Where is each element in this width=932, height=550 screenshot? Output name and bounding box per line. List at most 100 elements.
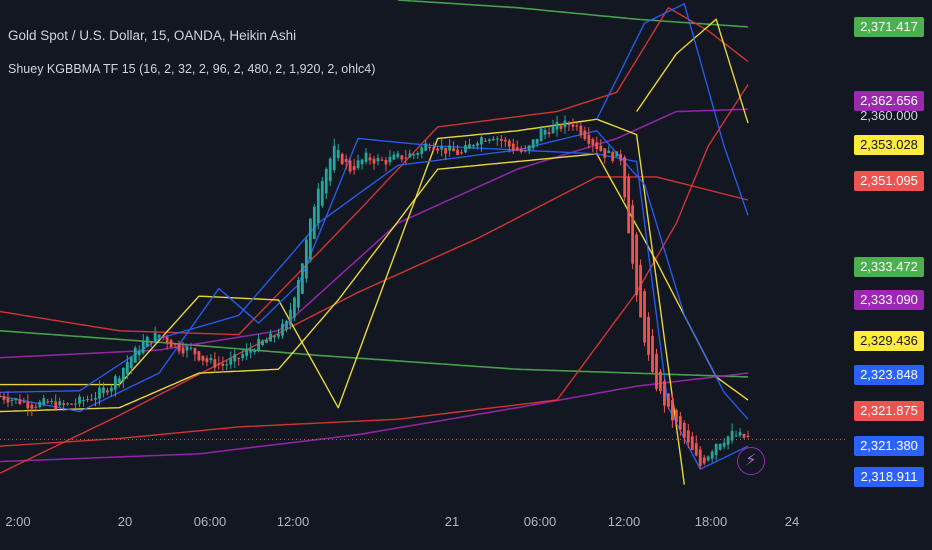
price-tag[interactable]: 2,353.028	[854, 135, 924, 155]
candle-body	[384, 159, 388, 165]
indicator-legend[interactable]: Shuey KGBBMA TF 15 (16, 2, 32, 2, 96, 2,…	[8, 62, 375, 76]
candle-body	[519, 148, 523, 152]
candle-body	[110, 387, 113, 392]
plot-area[interactable]	[0, 0, 932, 550]
price-tag[interactable]: 2,333.472	[854, 257, 924, 277]
candle-body	[710, 451, 714, 459]
candle-body	[440, 146, 444, 150]
candle-body	[249, 349, 253, 353]
candle-body	[428, 147, 432, 149]
candle-body	[615, 151, 619, 157]
candle-body	[515, 147, 519, 151]
candle-body	[734, 435, 738, 437]
overlay-line-10	[0, 137, 749, 470]
price-tag[interactable]: 2,321.875	[854, 401, 924, 421]
candle-body	[452, 148, 455, 152]
candle-body	[480, 137, 483, 145]
candle-body	[193, 348, 197, 355]
candle-body	[245, 349, 249, 357]
time-axis-label: 06:00	[523, 514, 557, 529]
candle-body	[543, 129, 547, 135]
candle-body	[631, 205, 635, 264]
candle-body	[643, 291, 646, 343]
candle-body	[26, 401, 30, 409]
candle-body	[50, 400, 54, 402]
candle-body	[392, 154, 396, 160]
candle-body	[495, 138, 499, 140]
candle-body	[659, 371, 662, 392]
candle-body	[539, 128, 543, 142]
candle-body	[205, 358, 209, 363]
price-tag[interactable]: 2,329.436	[854, 331, 924, 351]
price-tag[interactable]: 2,351.095	[854, 171, 924, 191]
candle-body	[125, 362, 129, 375]
candle-body	[253, 350, 257, 352]
candle-body	[718, 443, 722, 450]
candle-body	[738, 432, 742, 436]
candle-body	[591, 139, 595, 146]
candle-body	[678, 416, 682, 430]
candle-body	[663, 381, 666, 406]
candle-body	[623, 157, 627, 198]
candle-body	[165, 336, 169, 344]
candle-body	[627, 177, 631, 234]
candle-body	[169, 340, 173, 348]
candle-body	[285, 321, 288, 330]
candle-body	[460, 152, 463, 154]
candle-body	[209, 358, 213, 361]
candle-body	[229, 358, 233, 365]
candle-body	[38, 401, 42, 408]
price-tag[interactable]: 2,318.911	[854, 467, 924, 487]
candle-body	[46, 401, 50, 403]
candle-body	[0, 396, 2, 398]
candle-body	[599, 145, 603, 152]
candle-body	[476, 143, 479, 146]
candle-body	[153, 332, 157, 343]
candle-body	[674, 410, 678, 423]
candle-body	[444, 147, 448, 154]
price-tag[interactable]: 2,362.656	[854, 91, 924, 111]
candle-body	[424, 143, 428, 151]
candle-body	[241, 354, 245, 359]
candle-body	[201, 355, 205, 361]
price-tag[interactable]: 2,333.090	[854, 290, 924, 310]
candle-body	[58, 401, 62, 406]
candle-body	[14, 398, 18, 401]
candle-body	[328, 158, 332, 182]
lightning-bolt-icon[interactable]: ⚡	[737, 447, 765, 475]
candle-body	[113, 376, 117, 390]
candle-body	[344, 159, 348, 163]
candle-body	[98, 387, 101, 399]
candle-body	[468, 144, 471, 149]
price-tag[interactable]: 2,371.417	[854, 17, 924, 37]
candle-body	[511, 143, 515, 151]
candle-body	[667, 393, 670, 407]
candle-body	[74, 403, 77, 405]
candle-body	[129, 357, 133, 369]
candle-body	[102, 387, 105, 394]
candle-body	[293, 297, 296, 318]
candle-body	[133, 347, 137, 363]
candle-body	[420, 147, 424, 154]
candle-body	[639, 264, 642, 318]
candle-body	[213, 359, 217, 368]
candle-body	[30, 404, 34, 409]
candle-body	[686, 430, 690, 443]
candle-body	[261, 340, 264, 346]
candle-body	[714, 444, 718, 456]
candle-body	[221, 363, 225, 366]
candle-body	[412, 154, 416, 156]
candle-body	[225, 364, 229, 366]
candle-body	[185, 346, 189, 351]
time-axis-label: 2:00	[5, 514, 31, 529]
price-tag[interactable]: 2,321.380	[854, 436, 924, 456]
candle-body	[181, 347, 185, 354]
candle-body	[698, 449, 702, 466]
candle-body	[106, 390, 109, 393]
candle-body	[579, 125, 583, 136]
price-tag[interactable]: 2,323.848	[854, 365, 924, 385]
candle-body	[10, 399, 14, 401]
candle-body	[559, 125, 563, 129]
candle-body	[289, 309, 292, 326]
candle-body	[356, 160, 360, 169]
